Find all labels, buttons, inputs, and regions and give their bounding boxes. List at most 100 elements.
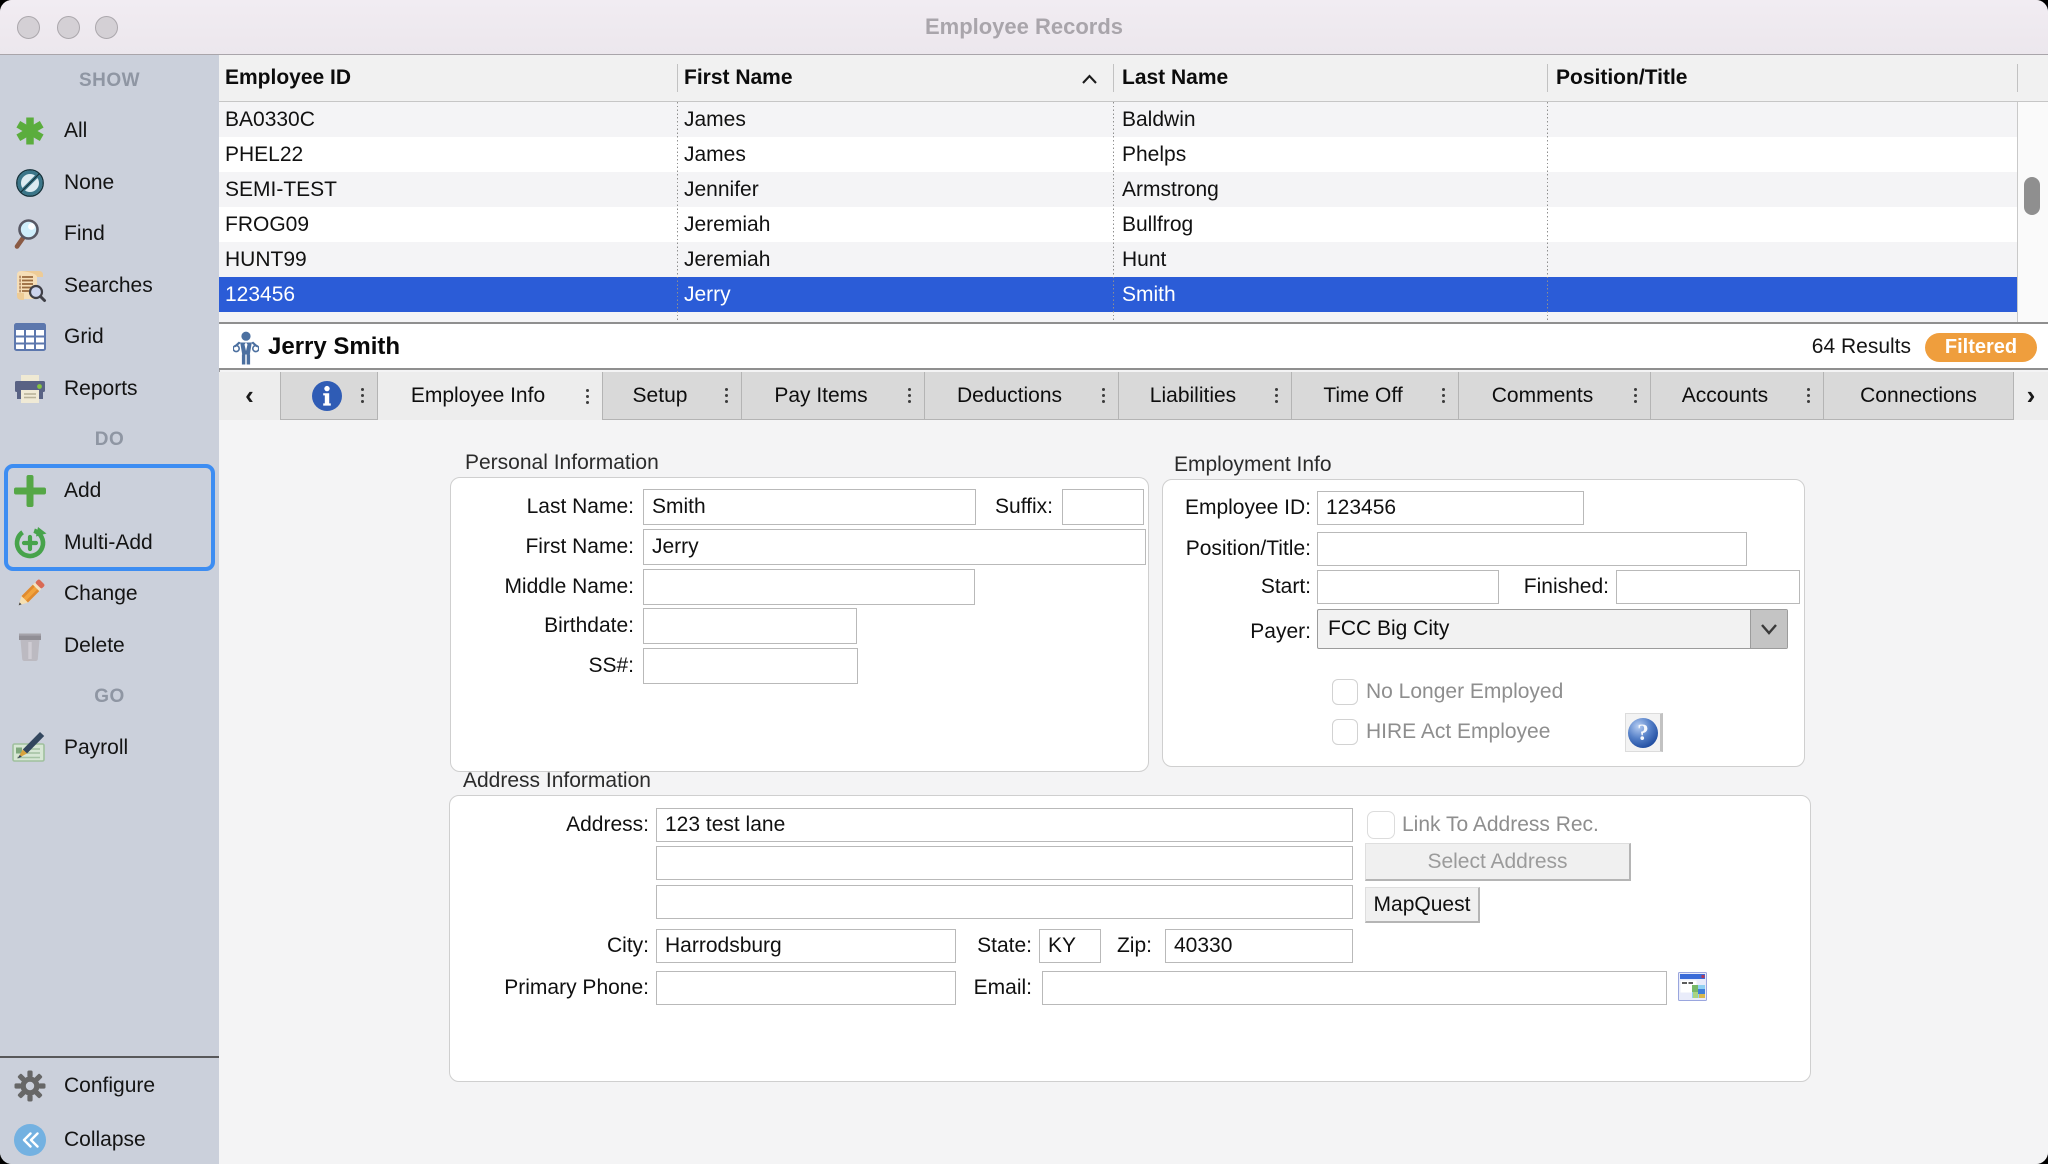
primary-phone-input[interactable] [656, 971, 956, 1005]
table-row[interactable]: BA0330C James Baldwin [219, 102, 2017, 137]
tab-label: Accounts [1651, 372, 1799, 420]
employee-id-label: Employee ID: [1171, 491, 1311, 525]
cell-first-name: Jeremiah [684, 207, 770, 242]
column-separator [1547, 64, 1548, 92]
filtered-badge[interactable]: Filtered [1925, 333, 2037, 362]
position-title-input[interactable] [1317, 532, 1747, 566]
no-longer-employed-label: No Longer Employed [1366, 679, 1563, 705]
state-label: State: [930, 929, 1032, 963]
zip-label: Zip: [1050, 929, 1152, 963]
sidebar-item-none[interactable]: None [0, 165, 219, 201]
sidebar-item-searches[interactable]: Searches [0, 268, 219, 304]
column-divider-dotted [677, 102, 678, 322]
no-longer-employed-checkbox[interactable] [1332, 679, 1358, 705]
tab-record-info[interactable] [280, 372, 377, 420]
zip-input[interactable] [1165, 929, 1353, 963]
cell-first-name: James [684, 102, 746, 137]
sidebar-item-payroll[interactable]: Payroll [0, 730, 219, 766]
window-title: Employee Records [0, 0, 2048, 54]
tab-menu-dots [1102, 394, 1105, 397]
tab-label: Liabilities [1119, 372, 1267, 420]
email-input[interactable] [1042, 971, 1667, 1005]
sidebar-item-add[interactable]: Add [0, 473, 219, 509]
tab-liabilities[interactable]: Liabilities [1118, 372, 1291, 420]
table-row-selected[interactable]: 123456 Jerry Smith [219, 277, 2017, 312]
table-row[interactable]: FROG09 Jeremiah Bullfrog [219, 207, 2017, 242]
tab-scroll-right[interactable]: › [2013, 372, 2048, 420]
cell-first-name: Jeremiah [684, 242, 770, 277]
first-name-input[interactable] [643, 529, 1146, 565]
sidebar-item-find[interactable]: Find [0, 216, 219, 252]
sidebar-item-all[interactable]: All [0, 113, 219, 149]
tab-employee-info[interactable]: Employee Info [377, 372, 602, 420]
column-header-position-title[interactable]: Position/Title [1556, 55, 1687, 101]
dropdown-button[interactable] [1750, 610, 1787, 648]
table-row[interactable]: SEMI-TEST Jennifer Armstrong [219, 172, 2017, 207]
main-area: Employee ID First Name Last Name Positio… [219, 55, 2048, 1164]
email-label: Email: [930, 971, 1032, 1005]
address-line3-input[interactable] [656, 885, 1353, 919]
scrollbar-thumb[interactable] [2024, 177, 2040, 215]
column-separator [677, 64, 678, 92]
sidebar-item-grid[interactable]: Grid [0, 319, 219, 355]
tab-menu-dots [908, 394, 911, 397]
last-name-input[interactable] [643, 489, 976, 525]
first-name-label: First Name: [459, 529, 634, 565]
tab-label: Pay Items [742, 372, 900, 420]
trash-icon [12, 628, 48, 664]
sidebar-item-multi-add[interactable]: Multi-Add [0, 525, 219, 561]
cell-last-name: Smith [1122, 277, 1176, 312]
column-separator [1113, 64, 1114, 92]
table-row[interactable]: HUNT99 Jeremiah Hunt [219, 242, 2017, 277]
sidebar-item-label: Find [64, 216, 105, 252]
sidebar-item-label: None [64, 165, 114, 201]
sidebar-section-do: DO [0, 427, 219, 453]
employee-id-input[interactable] [1317, 491, 1584, 525]
sidebar-item-change[interactable]: Change [0, 576, 219, 612]
city-input[interactable] [656, 929, 956, 963]
cell-employee-id: 123456 [225, 277, 295, 312]
tab-scroll-left[interactable]: ‹ [219, 372, 280, 420]
tab-connections[interactable]: Connections [1823, 372, 2013, 420]
tab-label: Setup [603, 372, 717, 420]
select-address-button[interactable]: Select Address [1365, 843, 1631, 881]
ss-input[interactable] [643, 648, 858, 684]
employee-table: BA0330C James Baldwin PHEL22 James Phelp… [219, 102, 2017, 322]
tab-pay-items[interactable]: Pay Items [741, 372, 924, 420]
sidebar-item-label: Grid [64, 319, 104, 355]
suffix-input[interactable] [1062, 489, 1144, 525]
column-header-employee-id[interactable]: Employee ID [225, 55, 351, 101]
sidebar-item-label: Reports [64, 371, 138, 407]
mapquest-button[interactable]: MapQuest [1365, 887, 1480, 923]
middle-name-input[interactable] [643, 569, 975, 605]
column-header-last-name[interactable]: Last Name [1122, 55, 1228, 101]
tab-time-off[interactable]: Time Off [1291, 372, 1458, 420]
hire-act-employee-checkbox[interactable] [1332, 719, 1358, 745]
question-mark-icon: ? [1628, 718, 1658, 748]
cell-last-name: Phelps [1122, 137, 1186, 172]
tab-accounts[interactable]: Accounts [1650, 372, 1823, 420]
email-app-icon[interactable] [1678, 972, 1707, 1007]
scroll-search-icon [12, 268, 48, 304]
last-name-label: Last Name: [459, 489, 634, 525]
tab-deductions[interactable]: Deductions [924, 372, 1118, 420]
cell-employee-id: FROG09 [225, 207, 309, 242]
tab-label: Comments [1459, 372, 1626, 420]
tab-setup[interactable]: Setup [602, 372, 741, 420]
table-row[interactable]: PHEL22 James Phelps [219, 137, 2017, 172]
address-line1-input[interactable] [656, 808, 1353, 842]
link-to-address-checkbox[interactable] [1367, 811, 1395, 839]
address-line2-input[interactable] [656, 846, 1353, 880]
magnifier-icon [12, 216, 48, 252]
help-button[interactable]: ? [1625, 713, 1663, 752]
sidebar-item-collapse[interactable]: Collapse [0, 1122, 219, 1158]
birthdate-input[interactable] [643, 608, 857, 644]
sidebar-item-configure[interactable]: Configure [0, 1068, 219, 1104]
finished-input[interactable] [1616, 570, 1800, 604]
payer-dropdown[interactable]: FCC Big City [1317, 609, 1788, 649]
sidebar-item-reports[interactable]: Reports [0, 371, 219, 407]
birthdate-label: Birthdate: [459, 608, 634, 644]
column-header-first-name[interactable]: First Name [684, 55, 793, 101]
sidebar-item-delete[interactable]: Delete [0, 628, 219, 664]
tab-comments[interactable]: Comments [1458, 372, 1650, 420]
